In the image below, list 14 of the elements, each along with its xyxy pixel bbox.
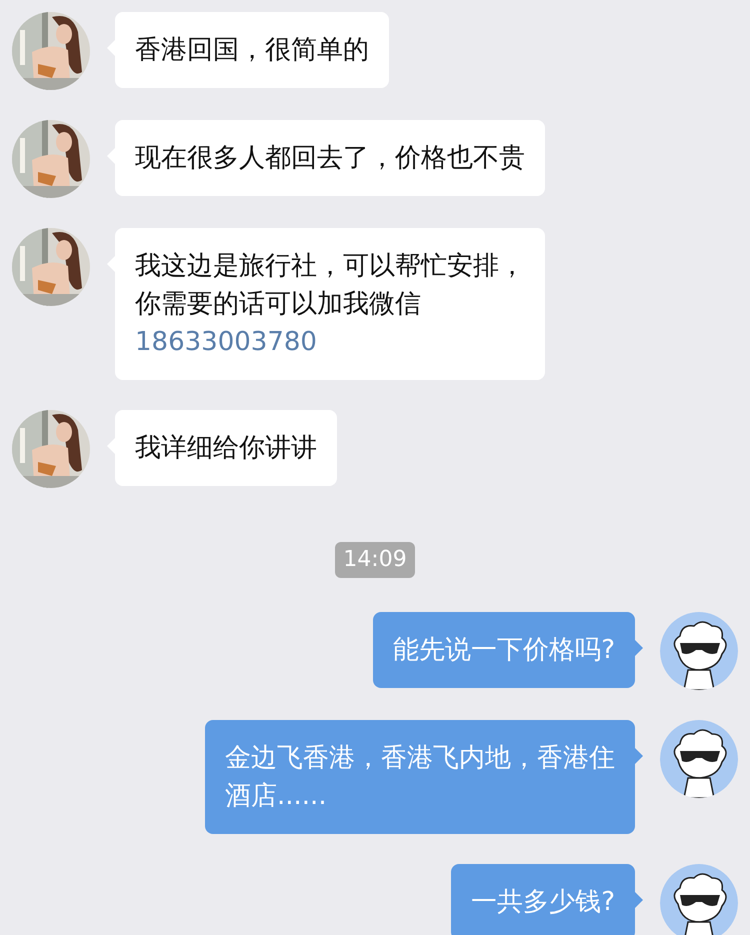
message-text: 一共多少钱? [471, 886, 615, 919]
message-text: 我详细给你讲讲 [135, 432, 317, 465]
message-text: 香港回国，很简单的 [135, 34, 369, 67]
timestamp: 14:09 [335, 542, 415, 578]
cloud-avatar-icon [660, 720, 738, 798]
message-text: 你需要的话可以加我微信 [135, 288, 421, 321]
phone-link[interactable]: 18633003780 [135, 323, 317, 361]
message-text: 能先说一下价格吗? [393, 634, 615, 667]
message-text: 金边飞香港，香港飞内地，香港住 [225, 742, 615, 775]
message-text: 酒店...... [225, 780, 327, 813]
message-text: 我这边是旅行社，可以帮忙安排， [135, 250, 525, 283]
cloud-avatar-icon [660, 864, 738, 935]
message-text: 现在很多人都回去了，价格也不贵 [135, 142, 525, 175]
cloud-avatar-icon [660, 612, 738, 690]
